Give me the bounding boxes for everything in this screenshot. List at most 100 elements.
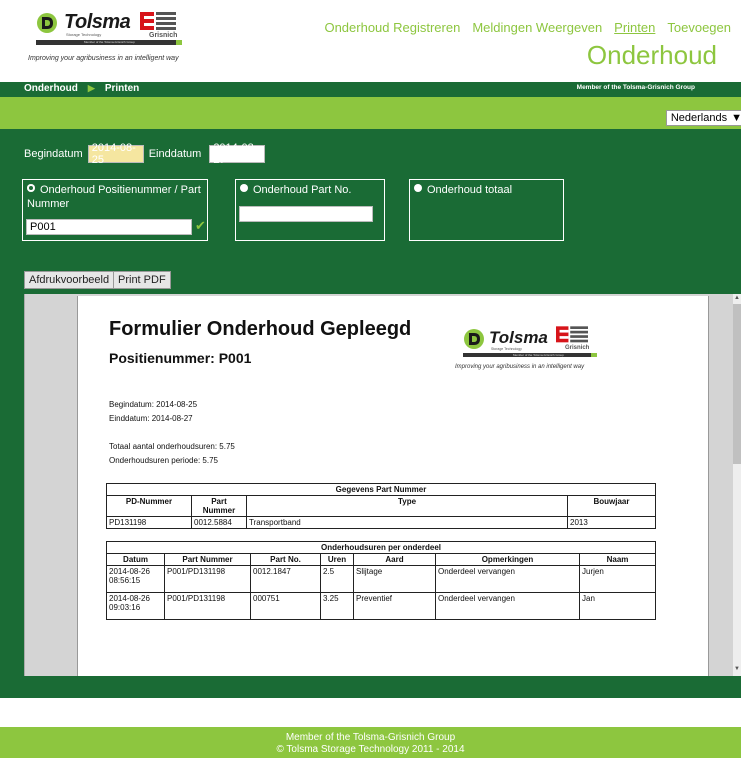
column-header: Opmerkingen — [435, 553, 580, 566]
scroll-down-icon[interactable]: ▼ — [734, 666, 740, 672]
table-cell: 0012.5884 — [191, 516, 247, 529]
preview-button[interactable]: Afdrukvoorbeeld — [24, 271, 115, 289]
logo-bar-text: Member of the Tolsma-Grisnich Group — [84, 40, 135, 44]
column-header: PD-Nummer — [106, 495, 192, 517]
table-row: 2014-08-26 08:56:15 P001/PD131198 0012.1… — [106, 565, 656, 593]
end-date-input[interactable]: 2014-08-27 — [209, 142, 266, 166]
report-tagline: Improving your agribusiness in an intell… — [455, 364, 585, 370]
table-cell: 2014-08-26 09:03:16 — [106, 592, 165, 620]
breadcrumb-bar: Onderhoud ▶ Printen Member of the Tolsma… — [0, 82, 741, 97]
table-cell: PD131198 — [106, 516, 192, 529]
table-cell: 000751 — [250, 592, 321, 620]
print-pdf-button[interactable]: Print PDF — [113, 271, 171, 289]
footer-copyright: © Tolsma Storage Technology 2011 - 2014 — [276, 744, 465, 755]
print-preview[interactable]: Formulier Onderhoud Gepleegd Positienumm… — [24, 294, 741, 676]
table-cell: Jurjen — [579, 565, 656, 593]
column-header: Part Nummer — [164, 553, 251, 566]
column-header: Part No. — [250, 553, 321, 566]
report-end: Einddatum: 2014-08-27 — [109, 414, 193, 423]
report-period-hours: Onderhoudsuren periode: 5.75 — [109, 456, 218, 465]
footer-member: Member of the Tolsma-Grisnich Group — [285, 732, 456, 743]
language-value: Nederlands — [670, 112, 728, 124]
radio-selected-icon[interactable] — [27, 184, 35, 192]
table-cell: Slijtage — [353, 565, 436, 593]
top-nav: Onderhoud Registreren Meldingen Weergeve… — [324, 20, 731, 35]
nav-printen[interactable]: Printen — [614, 20, 655, 35]
option-box-partno: Onderhoud Part No. — [235, 179, 385, 241]
option-totaal[interactable]: Onderhoud totaal — [414, 183, 512, 197]
option-box-totaal: Onderhoud totaal — [409, 179, 564, 241]
table-cell: Jan — [579, 592, 656, 620]
tolsma-logo[interactable]: Tolsma Storage Technology Grisnich Membe… — [24, 8, 214, 68]
column-header: Aard — [353, 553, 436, 566]
column-header: Type — [246, 495, 568, 517]
breadcrumb-root[interactable]: Onderhoud — [24, 83, 78, 94]
partno-input[interactable] — [239, 206, 373, 222]
radio-icon[interactable] — [414, 184, 422, 192]
header: Tolsma Storage Technology Grisnich Membe… — [0, 0, 741, 82]
brand-sub: Storage Technology — [66, 32, 102, 37]
tolsma-d-icon — [37, 13, 57, 33]
light-green-band — [0, 97, 741, 129]
table-cell: 2.5 — [320, 565, 354, 593]
brand-tagline: Improving your agribusiness in an intell… — [28, 55, 179, 62]
nav-toevoegen[interactable]: Toevoegen — [667, 20, 731, 35]
report-brand-name: Tolsma — [489, 328, 548, 347]
column-header: Bouwjaar — [567, 495, 656, 517]
maintenance-hours-table: Onderhoudsuren per onderdeel Datum Part … — [106, 541, 656, 620]
option-totaal-label: Onderhoud totaal — [427, 184, 513, 196]
table-cell: 2014-08-26 08:56:15 — [106, 565, 165, 593]
footer-spacer — [0, 698, 741, 727]
begin-date-label: Begindatum — [24, 148, 83, 160]
report-begin: Begindatum: 2014-08-25 — [109, 400, 198, 409]
table-cell: Onderdeel vervangen — [435, 592, 580, 620]
language-select[interactable]: Nederlands ▼ — [665, 110, 741, 126]
preview-scrollbar[interactable]: ▲ ▼ — [733, 294, 741, 676]
breadcrumb-current[interactable]: Printen — [105, 83, 139, 94]
breadcrumb: Onderhoud ▶ Printen — [24, 83, 139, 94]
begin-date-input[interactable]: 2014-08-25 — [87, 142, 144, 166]
tolsma-d-icon — [464, 329, 484, 349]
table-cell: 3.25 — [320, 592, 354, 620]
scroll-up-icon[interactable]: ▲ — [734, 295, 740, 301]
report-logo-bar-text: Member of the Tolsma-Grisnich Group — [513, 353, 564, 357]
nav-meldingen-weergeven[interactable]: Meldingen Weergeven — [472, 20, 602, 35]
report-brand-sub: Storage Technology — [491, 347, 522, 351]
part-details-table: Gegevens Part Nummer PD-Nummer Part Numm… — [106, 483, 656, 529]
column-header: Datum — [106, 553, 165, 566]
report-partner-name: Grisnich — [565, 345, 590, 351]
breadcrumb-arrow-icon: ▶ — [87, 83, 95, 93]
report-logo: Tolsma Storage Technology Grisnich Membe… — [455, 324, 625, 376]
table-cell: P001/PD131198 — [164, 565, 251, 593]
page-title: Onderhoud — [586, 40, 717, 70]
option-partno[interactable]: Onderhoud Part No. — [240, 183, 351, 197]
table-row: PD131198 0012.5884 Transportband 2013 — [106, 516, 656, 529]
table-caption: Gegevens Part Nummer — [106, 483, 656, 496]
table-cell: Transportband — [246, 516, 568, 529]
table-caption: Onderhoudsuren per onderdeel — [106, 541, 656, 554]
report-page: Formulier Onderhoud Gepleegd Positienumm… — [77, 296, 709, 676]
radio-icon[interactable] — [240, 184, 248, 192]
logo-bar-accent — [176, 40, 182, 45]
option-positienummer-label: Onderhoud Positienummer / Part Nummer — [27, 184, 201, 210]
table-cell: 0012.1847 — [250, 565, 321, 593]
end-date-label: Einddatum — [148, 148, 202, 160]
report-logo-bar-accent — [591, 353, 597, 357]
column-header: Naam — [579, 553, 656, 566]
positienummer-input[interactable]: P001 — [26, 219, 192, 235]
nav-onderhoud-registreren[interactable]: Onderhoud Registreren — [324, 20, 460, 35]
scrollbar-thumb[interactable] — [733, 304, 741, 464]
column-header: Uren — [320, 553, 354, 566]
option-box-positienummer: Onderhoud Positienummer / Part Nummer P0… — [22, 179, 208, 241]
report-total-hours: Totaal aantal onderhoudsuren: 5.75 — [109, 442, 235, 451]
option-partno-label: Onderhoud Part No. — [253, 184, 352, 196]
report-subtitle: Positienummer: P001 — [109, 350, 252, 366]
option-positienummer[interactable]: Onderhoud Positienummer / Part Nummer — [27, 183, 207, 211]
table-row: 2014-08-26 09:03:16 P001/PD131198 000751… — [106, 592, 656, 620]
brand-name: Tolsma — [64, 11, 131, 33]
table-cell: 2013 — [567, 516, 656, 529]
member-text: Member of the Tolsma-Grisnich Group — [576, 84, 695, 91]
footer: Member of the Tolsma-Grisnich Group © To… — [0, 727, 741, 758]
footer-dark-band — [0, 676, 741, 698]
table-cell: Onderdeel vervangen — [435, 565, 580, 593]
